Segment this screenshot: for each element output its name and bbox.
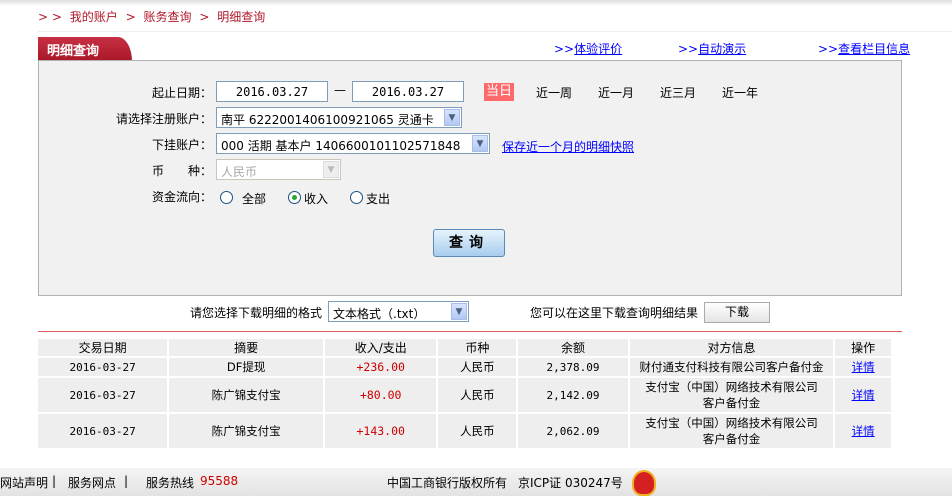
account-label: 请选择注册账户：	[115, 112, 212, 126]
row-counterparty: 财付通支付科技有限公司客户备付金	[629, 358, 834, 378]
download-hint: 您可以在这里下载查询明细结果	[530, 306, 699, 320]
download-format-value: 文本格式（.txt）	[333, 307, 426, 321]
range-today-button[interactable]: 当日	[484, 83, 514, 101]
end-date-input[interactable]: 2016.03.27	[352, 81, 464, 102]
flow-income-label[interactable]: 收入	[304, 190, 328, 207]
table-row: 2016-03-27 陈广锦支付宝 +80.00 人民币 2,142.09 支付…	[38, 378, 891, 414]
row-summary: 陈广锦支付宝	[169, 378, 324, 414]
breadcrumb-arrow: > >	[38, 10, 62, 24]
column-info-label[interactable]: 查看栏目信息	[838, 42, 910, 56]
start-date-input[interactable]: 2016.03.27	[216, 81, 328, 102]
row-date: 2016-03-27	[38, 378, 168, 414]
col-balance: 余额	[518, 339, 628, 358]
row-currency: 人民币	[438, 358, 517, 378]
demo-link[interactable]: >>自动演示	[678, 40, 746, 57]
download-format-label: 请您选择下载明细的格式	[190, 306, 323, 320]
feedback-label[interactable]: 体验评价	[574, 42, 622, 56]
range-month-button[interactable]: 近一月	[598, 84, 634, 101]
table-row: 2016-03-27 DF提现 +236.00 人民币 2,378.09 财付通…	[38, 358, 891, 378]
account-value: 南平 6222001406100921065 灵通卡	[221, 113, 434, 127]
breadcrumb-detail-query: 明细查询	[217, 10, 266, 24]
row-summary: DF提现	[169, 358, 324, 378]
range-year-button[interactable]: 近一年	[722, 84, 758, 101]
table-row: 2016-03-27 陈广锦支付宝 +143.00 人民币 2,062.09 支…	[38, 414, 891, 450]
range-3months-button[interactable]: 近三月	[660, 84, 696, 101]
chevron-down-icon[interactable]: ▼	[444, 109, 460, 126]
sub-account-label: 下挂账户：	[151, 138, 212, 152]
row-amount: +80.00	[325, 378, 437, 414]
col-action: 操作	[835, 339, 891, 358]
row-amount: +143.00	[325, 414, 437, 450]
chevron-down-icon: ▼	[323, 161, 339, 178]
query-button[interactable]: 查询	[433, 229, 505, 257]
footer-branches-link[interactable]: 服务网点	[68, 474, 116, 491]
download-button[interactable]: 下载	[704, 302, 770, 323]
col-counterparty: 对方信息	[629, 339, 834, 358]
tab-detail-query[interactable]: 明细查询	[38, 37, 132, 61]
footer-hotline-label: 服务热线	[146, 476, 195, 490]
date-dash: —	[334, 83, 346, 97]
top-shade	[0, 0, 952, 6]
row-counterparty: 支付宝（中国）网络技术有限公司客户备付金	[629, 378, 834, 414]
flow-all-label[interactable]: 全部	[242, 190, 266, 207]
breadcrumb: > > 我的账户 > 账务查询 > 明细查询	[38, 8, 269, 25]
flow-expense-label[interactable]: 支出	[366, 190, 390, 207]
row-summary: 陈广锦支付宝	[169, 414, 324, 450]
row-counterparty: 支付宝（中国）网络技术有限公司客户备付金	[629, 414, 834, 450]
account-select[interactable]: 南平 6222001406100921065 灵通卡 ▼	[216, 107, 462, 128]
link-arrow: >>	[554, 42, 575, 56]
col-amount: 收入/支出	[325, 339, 437, 358]
footer-sep: |	[52, 474, 57, 488]
table-header: 交易日期 摘要 收入/支出 币种 余额 对方信息 操作	[38, 339, 891, 358]
row-detail-link[interactable]: 详情	[852, 424, 875, 438]
row-date: 2016-03-27	[38, 414, 168, 450]
date-label: 起止日期：	[151, 86, 212, 100]
col-summary: 摘要	[169, 339, 324, 358]
police-badge-icon[interactable]	[632, 470, 656, 496]
flow-income-radio[interactable]	[288, 191, 301, 204]
row-balance: 2,378.09	[518, 358, 628, 378]
footer-copyright: 中国工商银行版权所有	[387, 476, 508, 490]
currency-value: 人民币	[221, 165, 258, 179]
flow-all-radio[interactable]	[220, 191, 233, 204]
link-arrow: >>	[818, 42, 839, 56]
demo-label[interactable]: 自动演示	[698, 42, 746, 56]
breadcrumb-sep: >	[199, 10, 210, 24]
flow-label: 资金流向：	[151, 190, 212, 204]
row-currency: 人民币	[438, 378, 517, 414]
download-format-select[interactable]: 文本格式（.txt） ▼	[328, 301, 469, 322]
sub-account-value: 000 活期 基本户 1406600101102571848	[221, 139, 461, 153]
col-date: 交易日期	[38, 339, 168, 358]
row-balance: 2,062.09	[518, 414, 628, 450]
col-currency: 币种	[438, 339, 517, 358]
column-info-link[interactable]: >>查看栏目信息	[818, 40, 910, 57]
breadcrumb-account-query[interactable]: 账务查询	[144, 10, 192, 24]
footer-statement-link[interactable]: 网站声明	[0, 474, 48, 491]
currency-select[interactable]: 人民币 ▼	[216, 159, 341, 180]
divider	[38, 31, 952, 32]
flow-expense-radio[interactable]	[350, 191, 363, 204]
footer: 网站声明 | 服务网点 | 服务热线 95588 中国工商银行版权所有 京ICP…	[0, 468, 952, 496]
row-detail-link[interactable]: 详情	[852, 360, 875, 374]
chevron-down-icon[interactable]: ▼	[451, 303, 467, 320]
footer-hotline: 95588	[200, 474, 239, 488]
row-detail-link[interactable]: 详情	[852, 388, 875, 402]
divider	[38, 331, 902, 332]
chevron-down-icon[interactable]: ▼	[472, 135, 488, 152]
row-balance: 2,142.09	[518, 378, 628, 414]
sub-account-select[interactable]: 000 活期 基本户 1406600101102571848 ▼	[216, 133, 490, 154]
link-arrow: >>	[678, 42, 699, 56]
save-snapshot-link[interactable]: 保存近一个月的明细快照	[502, 138, 634, 155]
currency-label: 币 种：	[151, 164, 212, 178]
breadcrumb-my-account[interactable]: 我的账户	[70, 10, 118, 24]
row-currency: 人民币	[438, 414, 517, 450]
breadcrumb-sep: >	[125, 10, 136, 24]
footer-icp: 京ICP证 030247号	[518, 476, 623, 490]
row-amount: +236.00	[325, 358, 437, 378]
footer-sep: |	[124, 474, 129, 488]
range-week-button[interactable]: 近一周	[536, 84, 572, 101]
transaction-table: 交易日期 摘要 收入/支出 币种 余额 对方信息 操作 2016-03-27 D…	[36, 339, 893, 450]
row-date: 2016-03-27	[38, 358, 168, 378]
feedback-link[interactable]: >>体验评价	[554, 40, 622, 57]
